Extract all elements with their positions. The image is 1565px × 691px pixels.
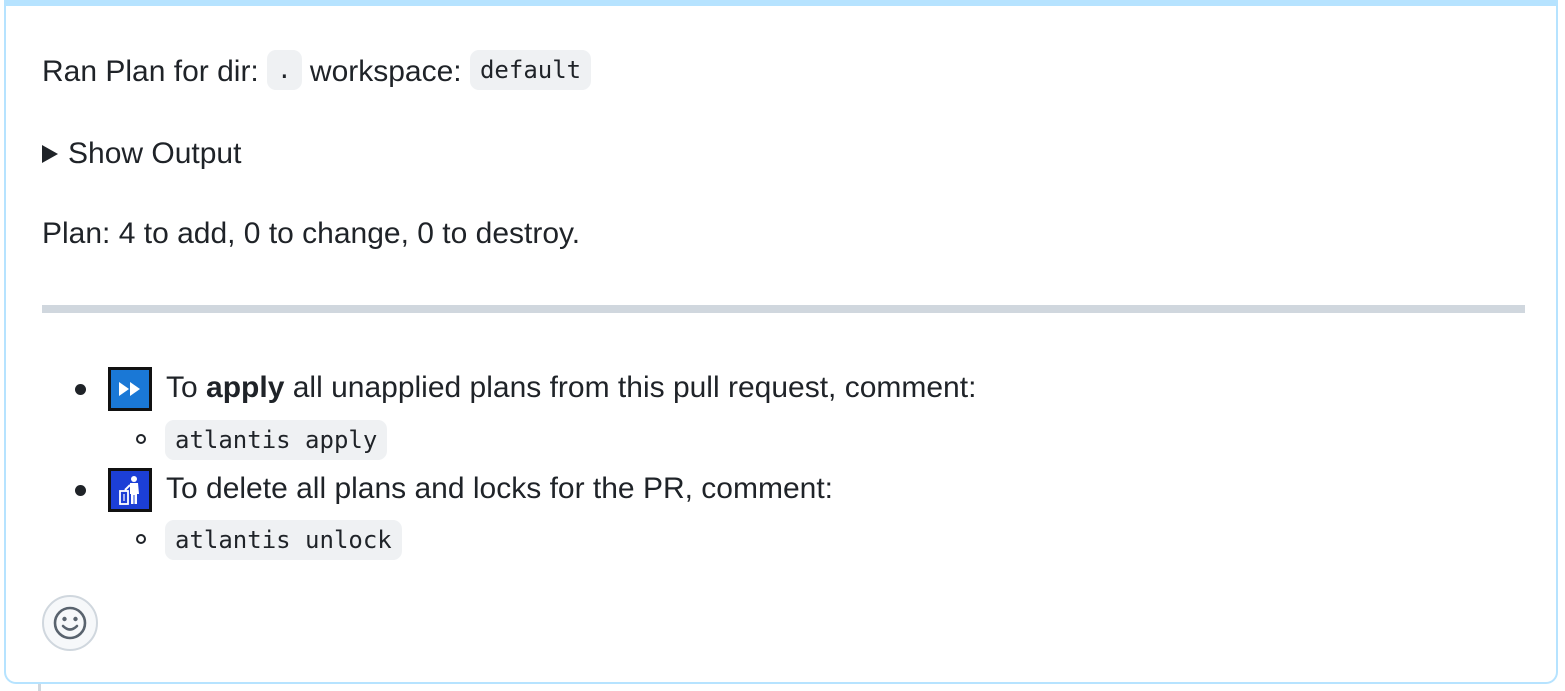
apply-text-pre: To	[166, 371, 207, 404]
ran-plan-prefix: Ran Plan for dir:	[42, 55, 268, 88]
list-sub-bullet	[136, 434, 146, 444]
timeline-line	[38, 684, 41, 691]
litter-in-bin-icon	[108, 468, 152, 512]
comment-card: Ran Plan for dir: . workspace: default S…	[4, 0, 1558, 684]
dir-code: .	[267, 50, 302, 91]
apply-text-bold: apply	[206, 371, 285, 404]
smiley-icon	[53, 606, 87, 640]
ran-plan-line: Ran Plan for dir: . workspace: default	[42, 50, 592, 93]
list-sub-bullet	[136, 534, 146, 544]
show-output-toggle[interactable]: Show Output	[42, 134, 241, 174]
apply-instruction: To apply all unapplied plans from this p…	[166, 368, 976, 408]
atlantis-unlock-command: atlantis unlock	[165, 520, 402, 560]
add-reaction-button[interactable]	[42, 595, 98, 651]
workspace-code: default	[469, 50, 592, 91]
horizontal-rule	[42, 305, 1525, 313]
show-output-label: Show Output	[68, 137, 242, 170]
atlantis-apply-command: atlantis apply	[165, 420, 388, 460]
disclosure-triangle-icon	[42, 145, 58, 163]
unlock-instruction: To delete all plans and locks for the PR…	[166, 472, 834, 505]
list-bullet	[75, 384, 86, 395]
workspace-label: workspace:	[301, 55, 470, 88]
fast-forward-icon	[108, 367, 152, 411]
apply-text-post: all unapplied plans from this pull reque…	[284, 371, 977, 404]
list-bullet	[75, 485, 86, 496]
plan-summary: Plan: 4 to add, 0 to change, 0 to destro…	[42, 217, 581, 250]
